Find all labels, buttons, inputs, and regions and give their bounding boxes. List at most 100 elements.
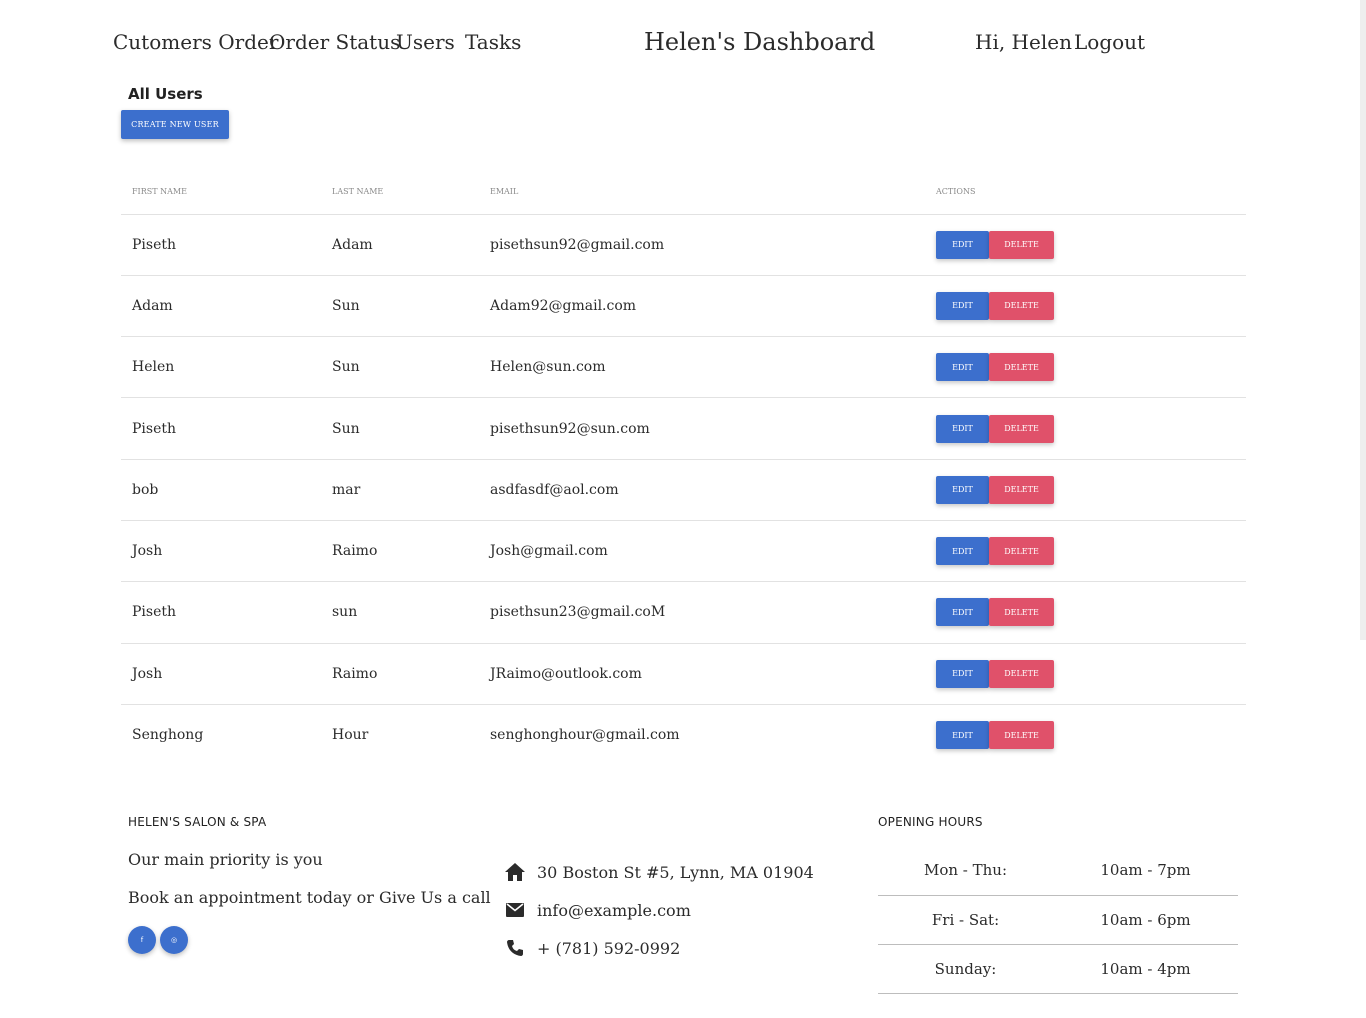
- users-table: FIRST NAME LAST NAME EMAIL ACTIONS Piset…: [121, 170, 1246, 766]
- header-email: EMAIL: [479, 170, 925, 215]
- cell-email: Josh@gmail.com: [479, 520, 925, 583]
- cell-email: asdfasdf@aol.com: [479, 459, 925, 521]
- edit-button[interactable]: EDIT: [936, 721, 989, 750]
- hours-row: Fri - Sat: 10am - 6pm: [878, 895, 1238, 945]
- delete-button[interactable]: DELETE: [989, 537, 1054, 566]
- cell-first-name: Josh: [121, 643, 321, 705]
- hours-day: Sunday:: [878, 944, 1053, 994]
- header-last-name: LAST NAME: [321, 170, 479, 215]
- row-actions: EDIT DELETE: [936, 414, 1246, 443]
- logout-link[interactable]: Logout: [1074, 30, 1145, 54]
- call-to-action-text: Book an appointment today or Give Us a c…: [128, 888, 491, 907]
- edit-button[interactable]: EDIT: [936, 537, 989, 566]
- cell-first-name: Adam: [121, 275, 321, 338]
- table-row: Adam Sun Adam92@gmail.com EDIT DELETE: [121, 275, 1246, 338]
- cell-first-name: Senghong: [132, 727, 204, 744]
- cell-first-name: Piseth: [121, 214, 321, 276]
- hours-time: 10am - 6pm: [1053, 895, 1238, 945]
- delete-button[interactable]: DELETE: [989, 659, 1054, 688]
- cell-first-name: Piseth: [121, 397, 321, 460]
- cell-email: pisethsun92@sun.com: [479, 397, 925, 460]
- delete-button[interactable]: DELETE: [989, 291, 1054, 320]
- opening-hours-table: Mon - Thu: 10am - 7pm Fri - Sat: 10am - 6pm…: [878, 846, 1238, 994]
- cell-actions: EDIT DELETE: [925, 275, 1246, 338]
- cell-actions: EDIT DELETE: [925, 397, 1246, 460]
- table-row: Piseth Sun pisethsun92@sun.com EDIT DELETE: [121, 397, 1246, 460]
- header-actions: ACTIONS: [925, 170, 1246, 215]
- edit-button[interactable]: EDIT: [936, 659, 989, 688]
- cell-last-name: Hour: [332, 727, 369, 744]
- edit-button[interactable]: EDIT: [936, 353, 989, 382]
- dashboard-title: Helen's Dashboard: [644, 28, 876, 56]
- cell-actions: EDIT DELETE: [925, 336, 1246, 399]
- cell-email: pisethsun92@gmail.com: [479, 214, 925, 276]
- cell-actions: EDIT DELETE: [925, 704, 1246, 765]
- edit-button[interactable]: EDIT: [936, 291, 989, 320]
- cell-email: Adam92@gmail.com: [479, 275, 925, 338]
- delete-button[interactable]: DELETE: [989, 230, 1054, 259]
- tagline: Our main priority is you: [128, 850, 323, 869]
- cell-first-name: Helen: [121, 336, 321, 399]
- nav-order-status[interactable]: Order Status: [269, 30, 400, 54]
- table-row: Josh Raimo Josh@gmail.com EDIT DELETE: [121, 520, 1246, 583]
- hours-day: Mon - Thu:: [878, 846, 1053, 896]
- row-actions: EDIT DELETE: [936, 475, 1246, 504]
- edit-button[interactable]: EDIT: [936, 230, 989, 259]
- nav-users[interactable]: Users: [396, 30, 455, 54]
- row-actions: EDIT DELETE: [936, 598, 1246, 627]
- cell-first-name: Josh: [121, 520, 321, 583]
- contact-email[interactable]: info@example.com: [537, 901, 691, 920]
- cell-last-name: sun: [321, 581, 479, 644]
- cell-last-name: Sun: [321, 336, 479, 399]
- header-first-name: FIRST NAME: [121, 170, 321, 215]
- row-actions: EDIT DELETE: [936, 230, 1246, 259]
- cell-last-name: Raimo: [321, 520, 479, 583]
- row-actions: EDIT DELETE: [936, 659, 1246, 688]
- cell-actions: EDIT DELETE: [925, 459, 1246, 521]
- scrollbar-edge[interactable]: [1360, 0, 1366, 640]
- table-row: Piseth Adam pisethsun92@gmail.com EDIT DELET…: [121, 214, 1246, 276]
- cell-first-name: Piseth: [121, 581, 321, 644]
- delete-button[interactable]: DELETE: [989, 353, 1054, 382]
- contact-phone-row: + (781) 592-0992: [504, 938, 680, 958]
- nav-customers-order[interactable]: Cutomers Order: [113, 30, 278, 54]
- row-actions: EDIT DELETE: [936, 721, 1246, 750]
- cell-actions: EDIT DELETE: [925, 520, 1246, 583]
- edit-button[interactable]: EDIT: [936, 414, 989, 443]
- delete-button[interactable]: DELETE: [989, 721, 1054, 750]
- row-actions: EDIT DELETE: [936, 291, 1246, 320]
- create-new-user-button[interactable]: CREATE NEW USER: [121, 110, 229, 139]
- row-actions: EDIT DELETE: [936, 537, 1246, 566]
- page-title: All Users: [128, 85, 203, 103]
- table-row: Helen Sun Helen@sun.com EDIT DELETE: [121, 336, 1246, 399]
- edit-button[interactable]: EDIT: [936, 598, 989, 627]
- table-header-row: FIRST NAME LAST NAME EMAIL ACTIONS: [121, 170, 1246, 215]
- facebook-icon[interactable]: f: [128, 926, 156, 954]
- instagram-icon[interactable]: ◎: [160, 926, 188, 954]
- table-row: Josh Raimo JRaimo@outlook.com EDIT DELETE: [121, 643, 1246, 705]
- envelope-icon: [504, 900, 526, 920]
- table-row: Senghong Hour senghonghour@gmail.com EDIT DE…: [121, 704, 1246, 765]
- opening-hours-heading: OPENING HOURS: [878, 815, 983, 829]
- salon-name-heading: HELEN'S SALON & SPA: [128, 815, 267, 829]
- table-row: Piseth sun pisethsun23@gmail.coM EDIT DELETE: [121, 581, 1246, 644]
- cell-email: pisethsun23@gmail.coM: [479, 581, 925, 644]
- cell-first-name: bob: [121, 459, 321, 521]
- edit-button[interactable]: EDIT: [936, 475, 989, 504]
- delete-button[interactable]: DELETE: [989, 598, 1054, 627]
- contact-phone[interactable]: + (781) 592-0992: [537, 939, 680, 958]
- hours-time: 10am - 7pm: [1053, 846, 1238, 896]
- cell-email: Helen@sun.com: [479, 336, 925, 399]
- delete-button[interactable]: DELETE: [989, 414, 1054, 443]
- user-greeting: Hi, Helen: [975, 30, 1072, 54]
- contact-address: 30 Boston St #5, Lynn, MA 01904: [537, 862, 814, 882]
- cell-last-name: Sun: [321, 397, 479, 460]
- contact-address-row: 30 Boston St #5, Lynn, MA 01904: [504, 862, 814, 882]
- home-icon: [504, 862, 526, 882]
- table-row: bob mar asdfasdf@aol.com EDIT DELETE: [121, 459, 1246, 521]
- top-nav: Cutomers Order Order Status Users Tasks …: [0, 0, 1366, 88]
- delete-button[interactable]: DELETE: [989, 475, 1054, 504]
- cell-email: JRaimo@outlook.com: [479, 643, 925, 705]
- nav-tasks[interactable]: Tasks: [465, 30, 521, 54]
- users-table-body: Piseth Adam pisethsun92@gmail.com EDIT DELET…: [121, 214, 1246, 766]
